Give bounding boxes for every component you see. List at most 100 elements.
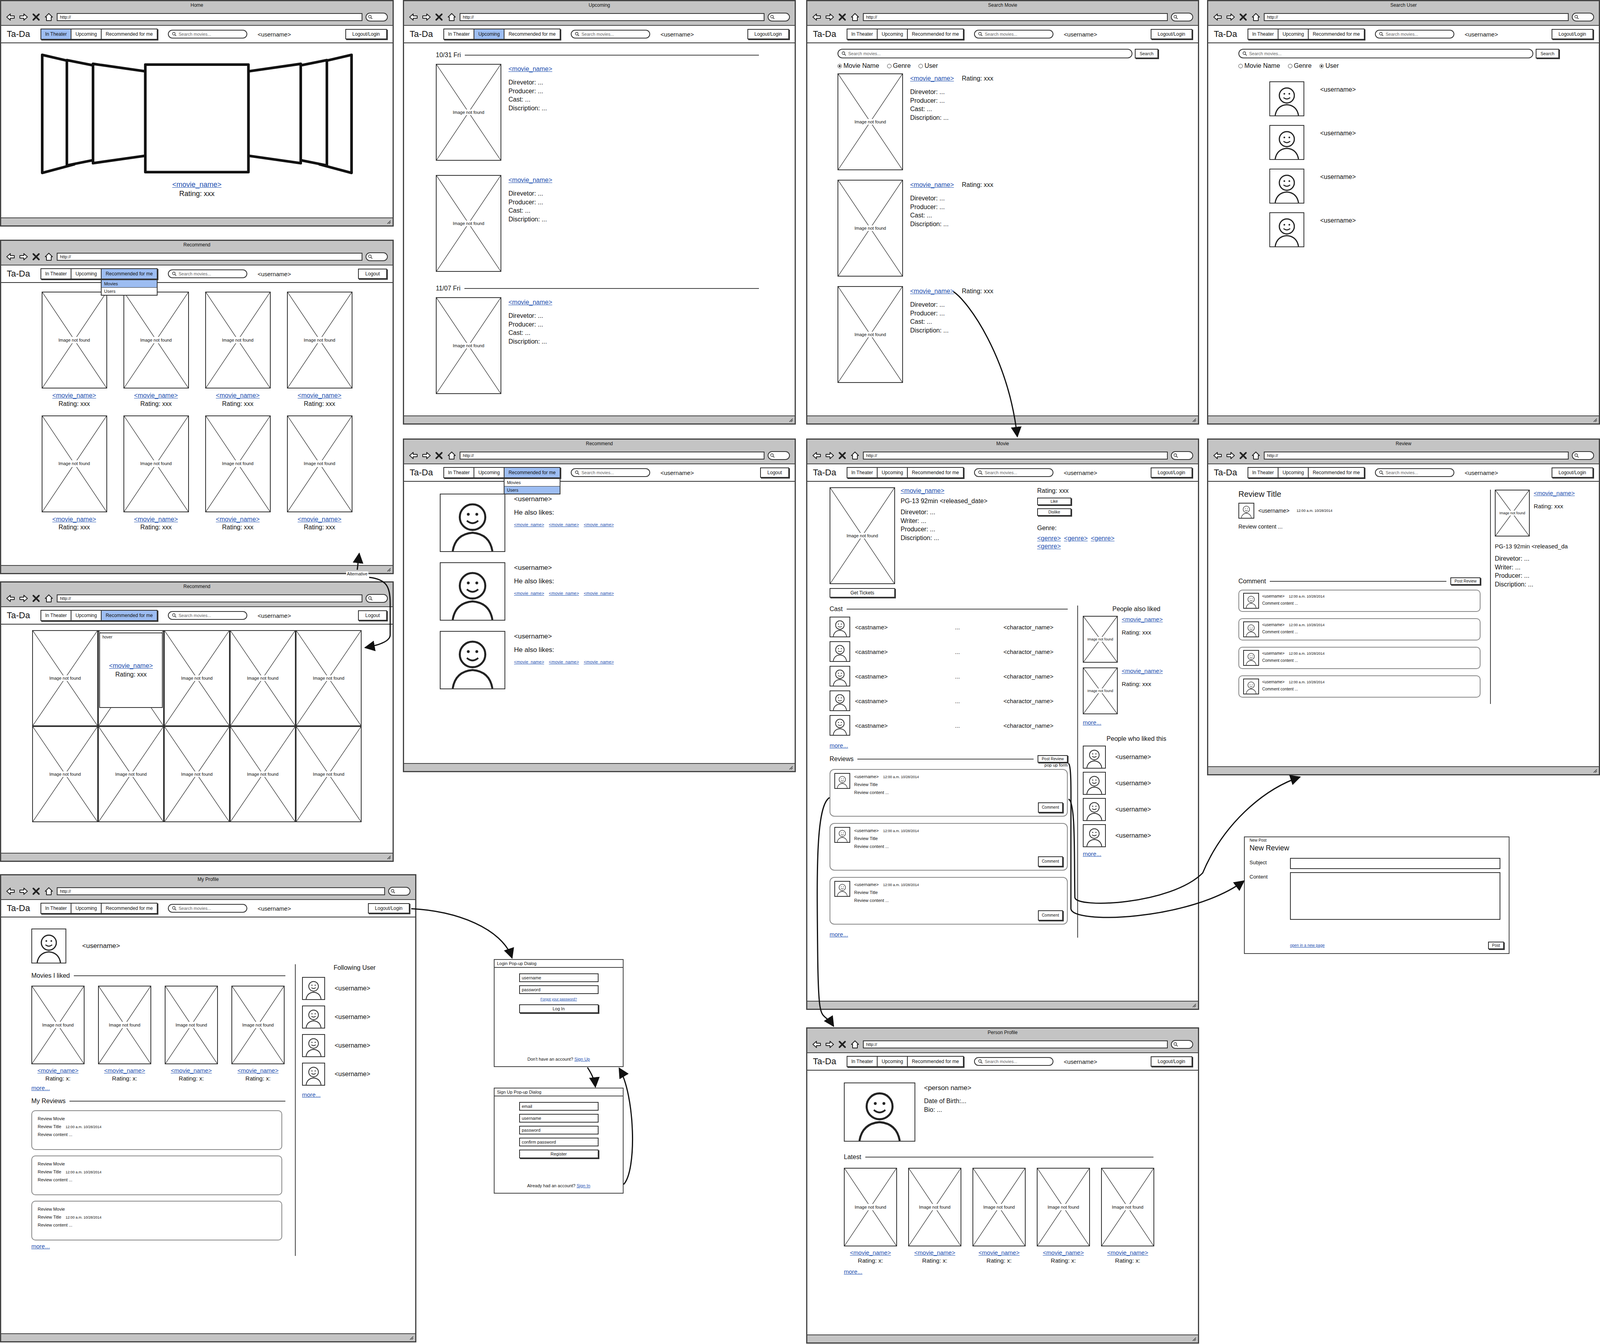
more-link[interactable]: more... [829,742,1068,749]
cast-row[interactable]: <castname>...<charactor_name> [829,616,1068,638]
forward-arrow-icon[interactable] [18,593,29,604]
nav-tab[interactable]: In Theater [847,29,878,39]
cast-row[interactable]: <castname>...<charactor_name> [829,715,1068,736]
search-result[interactable]: Image not found <movie_name>Rating: xxx … [837,73,1159,171]
movie-card[interactable]: Image not found <movie_name> Rating: xxx [123,415,189,533]
browser-search-field[interactable] [767,12,790,22]
open-page-link[interactable]: open in a new page [1290,943,1325,948]
nav-tab[interactable]: In Theater [1248,29,1279,39]
nav-tab[interactable]: Upcoming [877,29,908,39]
back-arrow-icon[interactable] [5,252,16,262]
logo[interactable]: Ta-Da [6,28,31,40]
account-button[interactable]: Logout/Login [747,28,790,40]
comment-card[interactable]: <username> 12:00 a.m. 10/28/2014Comment … [1238,675,1481,698]
nav-tab[interactable]: In Theater [847,467,878,478]
back-arrow-icon[interactable] [812,12,822,22]
review-card[interactable]: <username> 12:00 a.m. 10/28/2014 Review … [829,877,1068,925]
username[interactable]: <username> [1464,469,1498,477]
logo[interactable]: Ta-Da [409,467,434,478]
movie-card[interactable]: Image not found <movie_name> Rating: xxx [41,291,108,409]
menu-item[interactable]: Users [504,486,560,494]
username[interactable]: <username> [660,469,694,477]
movie-link[interactable]: <movie_name> [1121,667,1163,675]
nav-tab[interactable]: Upcoming [71,269,102,279]
user-row[interactable]: <username> [1082,745,1190,769]
comment-button[interactable]: Comment [1037,910,1063,921]
stop-x-icon[interactable] [1238,12,1248,22]
account-button[interactable]: Logout [760,467,790,478]
stop-x-icon[interactable] [31,886,41,897]
resize-grip-icon[interactable] [1191,417,1197,423]
post-review-button[interactable]: Post Review [1450,577,1481,586]
filter-radio[interactable]: Movie Name [837,62,880,70]
text-field[interactable]: username [519,1114,599,1123]
username[interactable]: <username> [1063,1058,1098,1066]
movie-link[interactable]: <movie_name> [508,65,553,73]
genre-link[interactable]: <genre> [1064,535,1088,543]
search-result[interactable]: Image not found <movie_name>Rating: xxx … [837,286,1159,384]
movie-link[interactable]: <movie_name> [583,591,615,596]
account-button[interactable]: Logout [358,268,388,280]
forward-arrow-icon[interactable] [421,12,432,22]
movie-carousel[interactable] [30,50,364,178]
user-row[interactable]: <username> [302,977,408,1001]
account-button[interactable]: Logout [358,610,388,621]
dislike-button[interactable]: Dislike [1037,508,1072,517]
movie-link[interactable]: <movie_name> [583,659,615,665]
search-input[interactable]: Search movies... [837,48,1133,59]
nav-tab[interactable]: Upcoming [1278,467,1309,478]
movie-link[interactable]: <movie_name> [1533,489,1575,497]
movie-card[interactable]: Image not found <movie_name> Rating: x: [1101,1168,1155,1265]
movie-tile[interactable]: Image not found [295,630,362,727]
forward-arrow-icon[interactable] [824,1039,835,1050]
username[interactable]: <username> [257,612,291,620]
account-button[interactable]: Logout/Login [367,903,410,914]
movie-card[interactable]: Image not found <movie_name> Rating: x: [908,1168,962,1265]
resize-grip-icon[interactable] [788,417,794,423]
movie-tile[interactable]: Image not found [295,726,362,823]
home-icon[interactable] [44,12,54,22]
nav-tab[interactable]: In Theater [41,269,72,279]
movie-link[interactable]: <movie_name> [910,287,954,295]
genre-link[interactable]: <genre> [1037,535,1061,543]
stop-x-icon[interactable] [434,12,444,22]
browser-search-field[interactable] [767,451,790,461]
nav-tab[interactable]: Recommended for me [907,1057,963,1067]
post-review-button[interactable]: Post Review [1037,755,1068,763]
movie-link[interactable]: <movie_name> [215,515,260,524]
movie-link[interactable]: <movie_name> [103,1066,145,1075]
movie-link[interactable]: <movie_name> [548,522,580,528]
movie-search-field[interactable]: Search movies... [167,904,248,913]
movie-search-field[interactable]: Search movies... [974,468,1054,478]
movie-card[interactable]: Image not found <movie_name> Rating: x: [972,1168,1026,1265]
user-row[interactable]: <username> [1082,772,1190,796]
nav-tab[interactable]: Upcoming [474,467,505,478]
cast-row[interactable]: <castname>...<charactor_name> [829,641,1068,663]
user-row[interactable]: <username> [302,1062,408,1086]
movie-search-field[interactable]: Search movies... [570,29,651,39]
back-arrow-icon[interactable] [812,1039,822,1050]
url-field[interactable]: http:// [1263,451,1569,460]
stop-x-icon[interactable] [31,252,41,262]
search-button[interactable]: Search [1134,48,1159,59]
review-card[interactable]: Review Movie Review Title 12:00 a.m. 10/… [31,1155,283,1196]
movie-tile[interactable]: Image not found [229,630,296,727]
movie-link[interactable]: <movie_name> [1121,616,1163,623]
hover-card[interactable]: hover <movie_name> Rating: xxx [99,632,163,709]
home-icon[interactable] [850,1039,860,1050]
resize-grip-icon[interactable] [1191,1336,1197,1342]
nav-tab[interactable]: Recommended for me [1308,29,1364,39]
account-button[interactable]: Logout/Login [1150,467,1193,478]
browser-search-field[interactable] [1170,451,1194,461]
movie-link[interactable]: <movie_name> [170,1066,212,1075]
review-card[interactable]: Review Movie Review Title 12:00 a.m. 10/… [31,1110,283,1151]
forward-arrow-icon[interactable] [18,12,29,22]
home-icon[interactable] [850,450,860,461]
movie-link[interactable]: <movie_name> [583,522,615,528]
nav-tab[interactable]: In Theater [444,467,475,478]
movie-link[interactable]: <movie_name> [978,1249,1020,1258]
movie-link[interactable]: <movie_name> [1042,1249,1084,1258]
back-arrow-icon[interactable] [408,450,419,461]
movie-search-field[interactable]: Search movies... [1374,29,1455,39]
forward-arrow-icon[interactable] [421,450,432,461]
